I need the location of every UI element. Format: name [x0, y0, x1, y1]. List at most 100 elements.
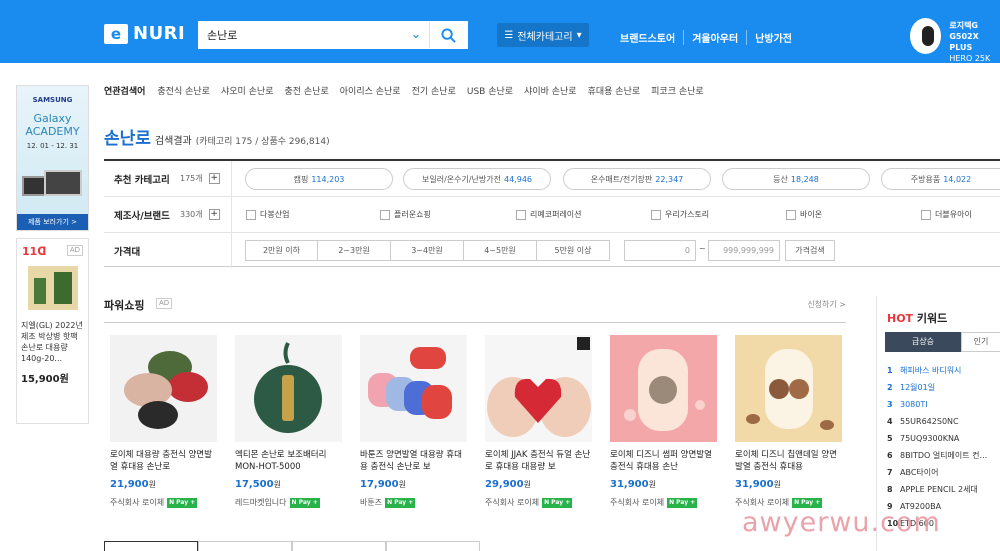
related-keyword[interactable]: 샤이바 손난로 — [524, 84, 577, 97]
category-pill[interactable]: 보일러/온수기/난방가전 44,946 — [403, 168, 551, 190]
expand-plus-button[interactable]: + — [208, 209, 220, 220]
samsung-banner-ad[interactable]: SAMSUNG Galaxy ACADEMY 12. 01 - 12. 31 제… — [16, 85, 89, 231]
tab[interactable] — [292, 541, 386, 551]
hot-keyword-text[interactable]: APPLE PENCIL 2세대 — [900, 481, 978, 498]
hot-keyword-text[interactable]: 해피바스 바디워시 — [900, 362, 961, 379]
product-card[interactable]: 로이체 대용량 충전식 양면발열 휴대용 손난로 21,900원 주식회사 로이… — [110, 335, 217, 508]
price-max-input[interactable]: 999,999,999 — [708, 240, 780, 261]
product-name[interactable]: 로이체 디즈니 칩앤데일 양면발열 충전식 휴대용 — [735, 449, 842, 473]
all-categories-label: 전체카테고리 — [517, 31, 573, 43]
price-range-button[interactable]: 5만원 이상 — [537, 240, 610, 261]
hot-keyword-item[interactable]: 4 55UR642S0NC — [887, 413, 987, 430]
tab[interactable] — [198, 541, 292, 551]
product-seller: 바툰즈 N Pay + — [360, 497, 467, 508]
brand-checkbox[interactable]: 더블유아이 — [921, 209, 972, 220]
hot-keyword-item[interactable]: 2 12월01일 — [887, 379, 987, 396]
product-card[interactable]: 로이체 디즈니 칩앤데일 양면발열 충전식 휴대용 31,900원 주식회사 로… — [735, 335, 842, 508]
product-image[interactable] — [110, 335, 217, 442]
product-card[interactable]: 로이체 디즈니 썸퍼 양면발열 충전식 휴대용 손난 31,900원 주식회사 … — [610, 335, 717, 508]
related-keyword[interactable]: 휴대용 손난로 — [588, 84, 641, 97]
price-search-button[interactable]: 가격검색 — [785, 240, 835, 261]
checkbox[interactable] — [651, 209, 661, 220]
category-pill[interactable]: 등산 18,248 — [722, 168, 870, 190]
related-keyword[interactable]: USB 손난로 — [467, 84, 513, 97]
seller-name[interactable]: 바툰즈 — [360, 497, 382, 508]
seller-name[interactable]: 주식회사 로이체 — [610, 497, 664, 508]
product-name[interactable]: 로이체 대용량 충전식 양면발열 휴대용 손난로 — [110, 449, 217, 473]
product-image[interactable] — [735, 335, 842, 442]
product-card[interactable]: 엑티몬 손난로 보조배터리 MON-HOT-5000 17,500원 레드마켓입… — [235, 335, 342, 508]
category-pill[interactable]: 온수매트/전기장판 22,347 — [563, 168, 711, 190]
nav-heating[interactable]: 난방가전 — [746, 30, 800, 45]
product-image[interactable] — [235, 335, 342, 442]
hot-keyword-text[interactable]: 8BITDO 얼티메이트 컨... — [900, 447, 987, 464]
hot-keyword-item[interactable]: 5 75UQ9300KNA — [887, 430, 987, 447]
product-image[interactable] — [610, 335, 717, 442]
enuri-logo[interactable]: e NURI — [104, 23, 185, 44]
tab[interactable] — [104, 541, 198, 551]
product-image[interactable] — [360, 335, 467, 442]
hot-keyword-item[interactable]: 3 3080TI — [887, 396, 987, 413]
related-keyword[interactable]: 아이리스 손난로 — [340, 84, 401, 97]
expand-plus-button[interactable]: + — [208, 173, 220, 184]
hot-keyword-text[interactable]: 3080TI — [900, 396, 928, 413]
11st-logo: 11ᗡ — [22, 245, 47, 258]
brand-checkbox[interactable]: 다봉산업 — [246, 209, 289, 220]
price-range-button[interactable]: 4~5만원 — [464, 240, 537, 261]
product-name[interactable]: 로이체 디즈니 썸퍼 양면발열 충전식 휴대용 손난 — [610, 449, 717, 473]
price-value: 29,900 — [485, 479, 524, 490]
related-keyword[interactable]: 피코크 손난로 — [651, 84, 704, 97]
brand-checkbox[interactable]: 우리가스토리 — [651, 209, 709, 220]
price-range-button[interactable]: 2만원 이하 — [245, 240, 318, 261]
seller-name[interactable]: 주식회사 로이체 — [110, 497, 164, 508]
product-price: 17,500원 — [235, 479, 342, 490]
tab-popular[interactable]: 인기 — [961, 332, 1000, 352]
brand-checkbox[interactable]: 바이온 — [786, 209, 822, 220]
hot-keyword-item[interactable]: 1 해피바스 바디워시 — [887, 362, 987, 379]
price-min-input[interactable]: 0 — [624, 240, 696, 261]
checkbox[interactable] — [516, 209, 526, 220]
price-range-button[interactable]: 3~4만원 — [391, 240, 464, 261]
seller-name[interactable]: 레드마켓입니다 — [235, 497, 287, 508]
product-name[interactable]: 바툰즈 양면발열 대용량 휴대용 충전식 손난로 보 — [360, 449, 467, 473]
tab[interactable] — [386, 541, 480, 551]
tab-rising[interactable]: 급상승 — [885, 332, 961, 352]
nav-brand-store[interactable]: 브랜드스토어 — [620, 30, 683, 45]
brand-checkbox[interactable]: 리예코퍼레이션 — [516, 209, 582, 220]
brand-checkbox[interactable]: 플러운쇼핑 — [380, 209, 431, 220]
product-card[interactable]: 바툰즈 양면발열 대용량 휴대용 충전식 손난로 보 17,900원 바툰즈 N … — [360, 335, 467, 508]
checkbox[interactable] — [380, 209, 390, 220]
hot-keyword-text[interactable]: 55UR642S0NC — [900, 413, 959, 430]
all-categories-button[interactable]: ☰ 전체카테고리 ▾ — [497, 23, 589, 47]
seller-name[interactable]: 주식회사 로이체 — [485, 497, 539, 508]
product-card[interactable]: 로이체 JJAK 충전식 듀얼 손난로 휴대용 대용량 보 29,900원 주식… — [485, 335, 592, 508]
search-button[interactable] — [429, 22, 467, 48]
checkbox[interactable] — [786, 209, 796, 220]
related-keyword[interactable]: 샤오미 손난로 — [221, 84, 274, 97]
category-pill[interactable]: 캠핑 114,203 — [245, 168, 393, 190]
checkbox[interactable] — [246, 209, 256, 220]
hot-keyword-item[interactable]: 7 ABC타이어 — [887, 464, 987, 481]
nav-winter-outer[interactable]: 겨울아우터 — [683, 30, 746, 45]
related-keyword[interactable]: 충전 손난로 — [285, 84, 329, 97]
product-name[interactable]: 엑티몬 손난로 보조배터리 MON-HOT-5000 — [235, 449, 342, 473]
product-name[interactable]: 로이체 JJAK 충전식 듀얼 손난로 휴대용 대용량 보 — [485, 449, 592, 473]
hot-keyword-item[interactable]: 6 8BITDO 얼티메이트 컨... — [887, 447, 987, 464]
11st-product-ad[interactable]: 11ᗡ AD 지엘(GL) 2022년제조 박상병 핫팩 손난로 대용량 140… — [16, 238, 89, 424]
ad-badge: AD — [156, 298, 173, 309]
search-input[interactable] — [199, 22, 404, 48]
apply-link[interactable]: 신청하기 > — [807, 299, 846, 310]
hot-keyword-text[interactable]: ABC타이어 — [900, 464, 939, 481]
price-range-button[interactable]: 2~3만원 — [318, 240, 391, 261]
hot-keyword-text[interactable]: 75UQ9300KNA — [900, 430, 959, 447]
category-pill[interactable]: 주방용품 14,022 — [881, 168, 1000, 190]
chevron-down-icon[interactable]: ⌄ — [405, 27, 427, 43]
product-image[interactable] — [485, 335, 592, 442]
hot-keyword-item[interactable]: 8 APPLE PENCIL 2세대 — [887, 481, 987, 498]
related-keyword[interactable]: 전기 손난로 — [412, 84, 456, 97]
related-keyword[interactable]: 충전식 손난로 — [157, 84, 210, 97]
hot-keyword-text[interactable]: 12월01일 — [900, 379, 935, 396]
checkbox[interactable] — [921, 209, 931, 220]
banner-cta-button[interactable]: 제품 보러가기 > — [17, 214, 88, 230]
header-promo[interactable]: 로지텍G G502X PLUS HERO 25K 센서 — [910, 18, 1000, 75]
